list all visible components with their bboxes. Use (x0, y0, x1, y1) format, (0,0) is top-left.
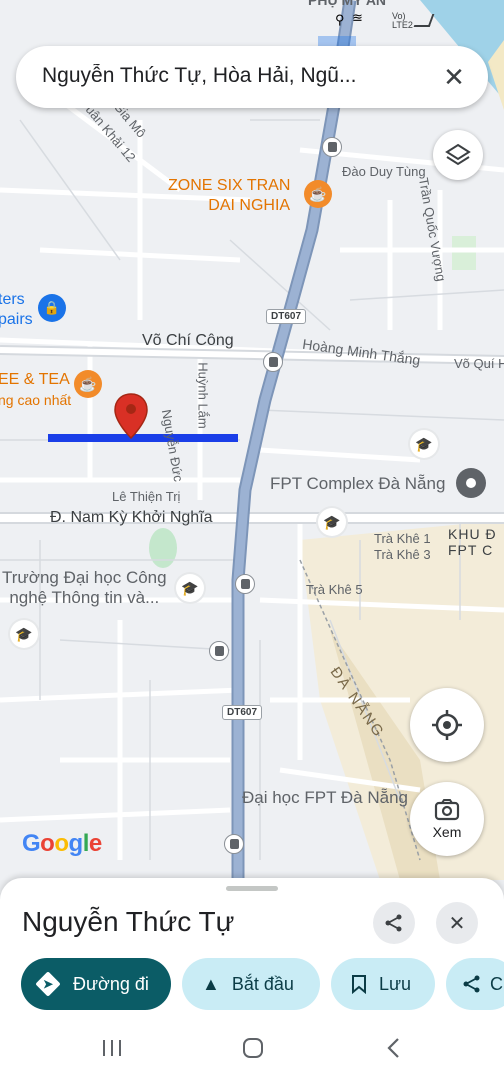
poi-zone-six-line2: DAI NGHIA (208, 197, 291, 214)
poi-zone-six[interactable]: ZONE SIX TRAN DAI NGHIA (168, 176, 290, 216)
home-icon (243, 1038, 263, 1058)
bus-stop-icon[interactable] (322, 137, 342, 157)
status-accent (318, 36, 356, 46)
location-pin-icon (114, 393, 148, 440)
school-icon[interactable]: 🎓 (176, 574, 204, 602)
crosshair-icon (432, 710, 462, 740)
bus-stop-icon[interactable] (263, 352, 283, 372)
street-vo-chi-cong: Võ Chí Công (142, 332, 234, 349)
share-icon (463, 975, 480, 993)
close-icon[interactable]: ✕ (438, 61, 470, 93)
poi-coffee-tea-line2: ng cao nhất (0, 392, 72, 408)
home-button[interactable] (233, 1030, 273, 1066)
street-tra-khe-3: Trà Khê 3 (374, 547, 431, 562)
route-shield-dt607: DT607 (266, 309, 307, 324)
poi-fpt-university[interactable]: Đại học FPT Đà Nẵng (242, 788, 408, 808)
poi-fpt-complex[interactable]: FPT Complex Đà Nẵng (270, 474, 445, 494)
share-chip-button[interactable]: C (446, 958, 504, 1010)
shopping-bag-icon[interactable]: 🔒 (38, 294, 66, 322)
save-button[interactable]: Lưu (331, 958, 435, 1010)
drag-handle[interactable] (226, 886, 278, 891)
place-title: Nguyễn Thức Tự (22, 906, 235, 937)
camera-view-label: Xem (432, 824, 462, 840)
district-label: KHU Đ FPT C (448, 526, 497, 558)
close-icon: ✕ (448, 912, 466, 935)
poi-masters-line1: ters (0, 291, 25, 308)
directions-icon: ➤ (35, 971, 61, 997)
street-dao-duy-tung: Đào Duy Tùng (342, 164, 426, 179)
poi-university-line2: nghệ Thông tin và... (9, 588, 160, 607)
bus-stop-icon[interactable] (235, 574, 255, 594)
directions-label: Đường đi (73, 973, 149, 994)
navigation-arrow-icon: ▲ (202, 973, 220, 994)
cafe-icon[interactable]: ☕ (74, 370, 102, 398)
directions-button[interactable]: ➤ Đường đi (21, 958, 171, 1010)
location-status-icon: ⚲ (335, 12, 345, 27)
save-label: Lưu (379, 973, 412, 994)
street-tra-khe-1: Trà Khê 1 (374, 531, 431, 546)
share-chip-label: C (490, 973, 503, 994)
start-button[interactable]: ▲ Bắt đầu (182, 958, 320, 1010)
poi-coffee-tea[interactable]: EE & TEA ng cao nhất (0, 370, 71, 410)
district-label-line2: FPT C (448, 542, 494, 558)
bus-stop-icon[interactable] (209, 641, 229, 661)
poi-masters[interactable]: ters pairs (0, 290, 33, 330)
bookmark-icon (352, 975, 366, 994)
street-le-thien-tri: Lê Thiện Trị (112, 489, 181, 504)
poi-zone-six-line1: ZONE SIX TRAN (168, 177, 291, 194)
poi-university-line1: Trường Đại học Công (2, 568, 167, 587)
poi-masters-line2: pairs (0, 311, 33, 328)
street-tra-khe-5: Trà Khê 5 (306, 582, 363, 597)
google-logo: Google (22, 830, 102, 857)
cafe-icon[interactable]: ☕ (304, 180, 332, 208)
search-input[interactable]: Nguyễn Thức Tự, Hòa Hải, Ngũ... (42, 64, 422, 88)
network-indicator: Vo) LTE2 (392, 11, 413, 30)
status-location-hint: PHỤ MỸ AN (308, 0, 387, 8)
share-button[interactable] (373, 902, 415, 944)
school-icon[interactable]: 🎓 (10, 620, 38, 648)
school-icon[interactable]: 🎓 (410, 430, 438, 458)
poi-coffee-tea-line1: EE & TEA (0, 371, 70, 388)
search-bar[interactable]: Nguyễn Thức Tự, Hòa Hải, Ngũ... ✕ (16, 46, 488, 108)
street-huynh-lam: Huỳnh Lắm (195, 362, 211, 429)
street-vo-qui: Võ Quí H (454, 356, 504, 371)
street-nam-ky: Đ. Nam Kỳ Khởi Nghĩa (50, 509, 213, 526)
place-marker-icon[interactable] (456, 468, 486, 498)
layers-button[interactable] (433, 130, 483, 180)
recent-apps-icon (103, 1040, 121, 1056)
share-icon (385, 914, 402, 932)
back-icon (387, 1038, 399, 1058)
recent-apps-button[interactable] (92, 1030, 132, 1066)
close-sheet-button[interactable]: ✕ (436, 902, 478, 944)
my-location-button[interactable] (410, 688, 484, 762)
bus-stop-icon[interactable] (224, 834, 244, 854)
camera-view-button[interactable]: Xem (410, 782, 484, 856)
poi-university-cntt[interactable]: Trường Đại học Công nghệ Thông tin và... (2, 568, 167, 608)
start-label: Bắt đầu (231, 973, 294, 994)
school-icon[interactable]: 🎓 (318, 508, 346, 536)
layers-icon (445, 143, 471, 166)
route-shield-dt607: DT607 (222, 705, 263, 720)
wifi-icon: ≊ (352, 10, 363, 25)
camera-icon (434, 799, 460, 821)
district-label-line1: KHU Đ (448, 526, 497, 542)
back-button[interactable] (374, 1030, 414, 1066)
